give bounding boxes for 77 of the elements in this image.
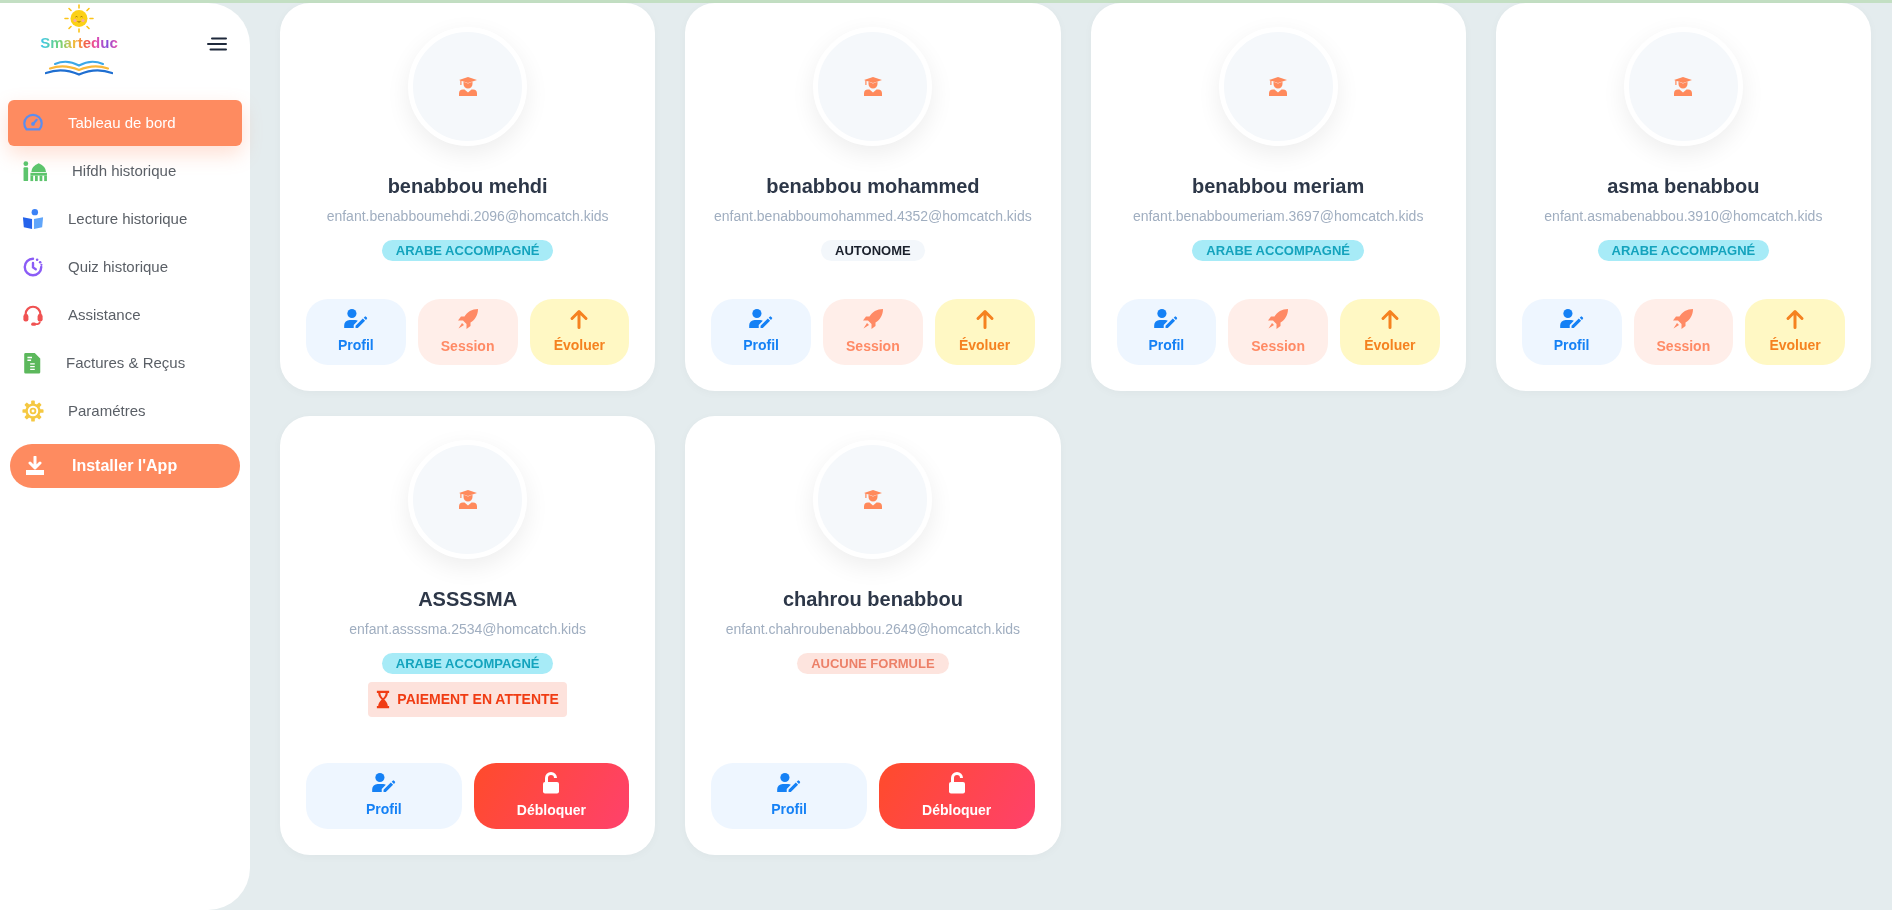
profile-button[interactable]: Profil [306,763,462,829]
gauge-icon [22,112,44,134]
plan-badge: ARABE ACCOMPAGNÉ [1597,240,1770,261]
graduate-icon [863,77,882,96]
graduate-icon [458,77,477,96]
unlock-icon [947,771,966,794]
profile-button[interactable]: Profil [306,299,406,365]
child-name: chahrou benabbou [782,587,963,611]
upgrade-button[interactable]: Évoluer [934,299,1035,365]
invoice-icon [22,352,42,374]
child-email: enfant.benabboumehdi.2096@homcatch.kids [326,207,609,226]
clock-icon [22,256,44,278]
plan-badge: AUTONOME [821,240,925,261]
arrow-up-icon [974,308,995,329]
menu-icon[interactable] [207,37,227,51]
plan-badge: ARABE ACCOMPAGNÉ [381,653,554,674]
sidebar-item[interactable]: Paramétres [8,388,242,434]
child-email: enfant.assssma.2534@homcatch.kids [349,620,586,639]
unlock-button[interactable]: Débloquer [878,763,1035,829]
plan-badge: ARABE ACCOMPAGNÉ [1192,240,1364,261]
upgrade-button[interactable]: Évoluer [1745,299,1845,365]
rocket-icon [456,307,479,330]
graduate-icon [1674,77,1693,96]
hourglass-icon [376,690,391,709]
unlock-icon [542,771,561,794]
user-edit-icon [371,772,396,793]
graduate-icon [1269,77,1288,96]
session-button[interactable]: Session [1228,299,1328,365]
session-button[interactable]: Session [823,299,923,365]
headset-icon [22,304,44,326]
install-button[interactable]: Installer l'App [10,444,240,488]
profile-button[interactable]: Profil [1116,299,1217,365]
child-name: ASSSSMA [418,587,518,611]
graduate-icon [458,490,477,509]
upgrade-button[interactable]: Évoluer [1340,299,1440,365]
mosque-icon [22,160,48,182]
user-edit-icon [749,308,774,329]
session-button[interactable]: Session [1633,299,1734,365]
profile-button[interactable]: Profil [711,763,867,829]
child-email: enfant.benabboumeriam.3697@homcatch.kids [1132,207,1424,226]
child-name: benabbou mehdi [387,174,548,198]
user-edit-icon [1154,308,1179,329]
rocket-icon [1267,307,1290,330]
child-name: benabbou mohammed [766,174,980,198]
sidebar-item[interactable]: Quiz historique [8,244,242,290]
logo-text: Smarteduc [40,35,118,51]
child-email: enfant.benabboumohammed.4352@homcatch.kids [714,207,1032,226]
graduate-icon [863,490,882,509]
arrow-up-icon [1379,308,1400,329]
profile-button[interactable]: Profil [1521,299,1622,365]
gear-icon [22,400,44,422]
child-email: enfant.chahroubenabbou.2649@homcatch.kids [725,620,1021,639]
child-email: enfant.asmabenabbou.3910@homcatch.kids [1544,207,1823,226]
plan-badge: AUCUNE FORMULE [797,653,949,674]
sidebar-item[interactable]: Hifdh historique [8,148,242,194]
arrow-up-icon [1785,308,1806,329]
profile-button[interactable]: Profil [711,299,811,365]
child-name: benabbou meriam [1192,174,1365,198]
session-button[interactable]: Session [417,299,518,365]
upgrade-button[interactable]: Évoluer [529,299,630,365]
child-name: asma benabbou [1607,174,1760,198]
sidebar-item[interactable]: Assistance [8,292,242,338]
payment-status-label: PAIEMENT EN ATTENTE [397,690,559,709]
user-edit-icon [1559,308,1584,329]
download-icon [25,456,45,476]
sun-icon [63,4,95,33]
user-edit-icon [777,772,802,793]
unlock-button[interactable]: Débloquer [473,763,630,829]
reading-person-icon [22,208,44,230]
user-edit-icon [343,308,368,329]
sidebar-item[interactable]: Lecture historique [8,196,242,242]
rocket-icon [861,307,884,330]
rocket-icon [1672,307,1695,330]
sidebar-item[interactable]: Factures & Reçus [8,340,242,386]
arrow-up-icon [569,308,590,329]
plan-badge: ARABE ACCOMPAGNÉ [381,240,554,261]
sidebar-item[interactable]: Tableau de bord [8,100,242,146]
